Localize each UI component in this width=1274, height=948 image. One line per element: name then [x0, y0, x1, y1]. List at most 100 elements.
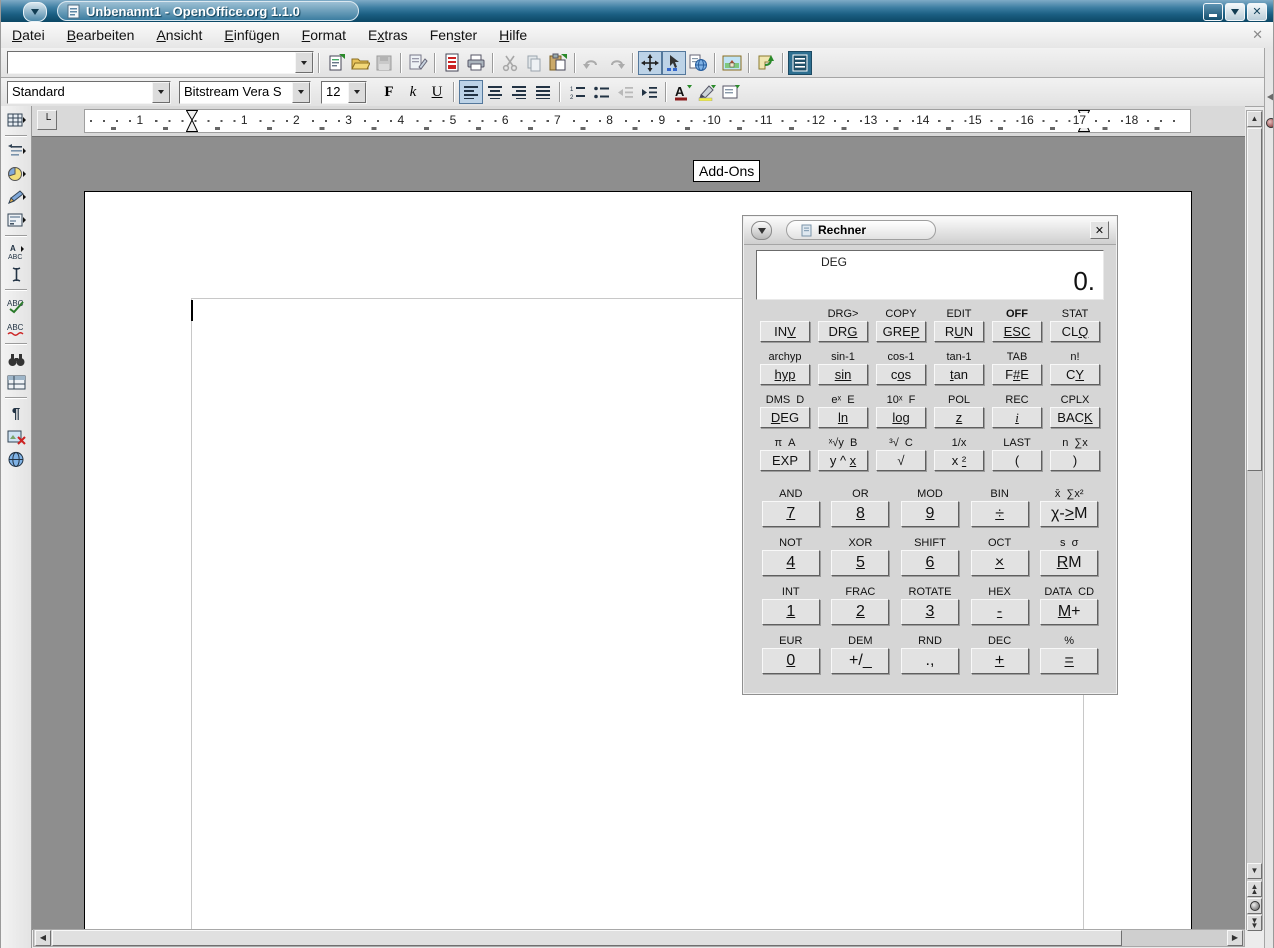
calc-key-store[interactable]: χ->M: [1040, 501, 1098, 527]
horizontal-scrollbar-thumb[interactable]: [52, 930, 1122, 946]
calc-key-pow[interactable]: y ^ x: [818, 450, 868, 471]
undo-button[interactable]: [580, 51, 604, 75]
find-replace-button[interactable]: [4, 348, 29, 371]
calc-key-divide[interactable]: ÷: [971, 501, 1029, 527]
navigator-button[interactable]: [638, 51, 662, 75]
calc-key-grep[interactable]: GREP: [876, 321, 926, 342]
vertical-scrollbar[interactable]: ▲ ▼ ▲▲ ▼▼: [1246, 110, 1263, 930]
align-right-button[interactable]: [507, 80, 531, 104]
scroll-left-button[interactable]: ◀: [35, 930, 51, 946]
menu-bearbeiten[interactable]: Bearbeiten: [56, 25, 146, 45]
export-pdf-button[interactable]: [440, 51, 464, 75]
indent-decrease-button[interactable]: [613, 80, 637, 104]
calculator-titlebar-tab[interactable]: Rechner: [786, 220, 936, 240]
nonprinting-characters-button[interactable]: ¶: [4, 402, 29, 425]
calc-key-0[interactable]: 0: [762, 648, 820, 674]
calc-key-2[interactable]: 2: [831, 599, 889, 625]
calc-key-5[interactable]: 5: [831, 550, 889, 576]
justify-button[interactable]: [531, 80, 555, 104]
calculator-window-menu-button[interactable]: [751, 221, 772, 240]
calculator-titlebar[interactable]: Rechner ✕: [744, 217, 1116, 245]
calc-key-6[interactable]: 6: [901, 550, 959, 576]
insert-button[interactable]: [4, 140, 29, 163]
italic-button[interactable]: k: [401, 80, 425, 104]
hyperlink-button[interactable]: [754, 51, 778, 75]
online-layout-button[interactable]: [4, 448, 29, 471]
bullets-button[interactable]: [589, 80, 613, 104]
horizontal-ruler[interactable]: 1123456789101112131415161718: [84, 109, 1191, 133]
calc-key-log[interactable]: log: [876, 407, 926, 428]
calc-key-multiply[interactable]: ×: [971, 550, 1029, 576]
calc-key-1[interactable]: 1: [762, 599, 820, 625]
tab-type-selector-button[interactable]: └: [37, 110, 57, 130]
calc-key-8[interactable]: 8: [831, 501, 889, 527]
calc-key-hyp[interactable]: hyp: [760, 364, 810, 385]
font-dropdown-arrow[interactable]: [292, 82, 310, 103]
underline-button[interactable]: U: [425, 80, 449, 104]
maximize-shade-button[interactable]: [1225, 3, 1245, 21]
menu-extras[interactable]: Extras: [357, 25, 419, 45]
style-value[interactable]: Standard: [8, 82, 152, 103]
calc-key-7[interactable]: 7: [762, 501, 820, 527]
toolbar-handle-icon[interactable]: [1266, 118, 1274, 128]
minimize-button[interactable]: [1203, 3, 1223, 21]
document-close-icon[interactable]: ✕: [1252, 27, 1263, 43]
calculator-close-button[interactable]: ✕: [1090, 221, 1109, 239]
calc-key-back[interactable]: BACK: [1050, 407, 1100, 428]
calc-key-exp[interactable]: EXP: [760, 450, 810, 471]
copy-button[interactable]: [522, 51, 546, 75]
spellcheck-button[interactable]: ABC: [4, 294, 29, 317]
autotext-button[interactable]: A ABC: [4, 240, 29, 263]
numbering-button[interactable]: 12: [565, 80, 589, 104]
insert-object-button[interactable]: [4, 163, 29, 186]
previous-page-button[interactable]: ▲▲: [1247, 881, 1262, 897]
graphics-onoff-button[interactable]: [4, 425, 29, 448]
menu-datei[interactable]: Datei: [1, 25, 56, 45]
form-functions-button[interactable]: [4, 209, 29, 232]
align-center-button[interactable]: [483, 80, 507, 104]
calc-key-paren-close[interactable]: ): [1050, 450, 1100, 471]
insert-table-button[interactable]: [4, 109, 29, 132]
titlebar-tab[interactable]: Unbenannt1 - OpenOffice.org 1.1.0: [57, 1, 359, 21]
url-input[interactable]: [8, 52, 295, 71]
calc-key-mplus[interactable]: M+: [1040, 599, 1098, 625]
print-button[interactable]: [464, 51, 488, 75]
direct-cursor-button[interactable]: [4, 263, 29, 286]
redo-button[interactable]: [604, 51, 628, 75]
calc-key-cos[interactable]: cos: [876, 364, 926, 385]
bold-button[interactable]: F: [377, 80, 401, 104]
fontsize-value[interactable]: 12: [322, 82, 348, 103]
calculator-window[interactable]: Rechner ✕ DEG 0. INVDRG>DRGCOPYGREPEDITR…: [742, 215, 1118, 695]
titlebar[interactable]: Unbenannt1 - OpenOffice.org 1.1.0 ✕: [1, 0, 1273, 23]
calc-key-z[interactable]: z: [934, 407, 984, 428]
hyperlink-dialog-button[interactable]: [686, 51, 710, 75]
paragraph-background-button[interactable]: [719, 80, 743, 104]
font-value[interactable]: Bitstream Vera S: [180, 82, 292, 103]
menu-hilfe[interactable]: Hilfe: [488, 25, 538, 45]
calc-key-4[interactable]: 4: [762, 550, 820, 576]
calc-key-rm[interactable]: RM: [1040, 550, 1098, 576]
calc-key-drg[interactable]: DRG: [818, 321, 868, 342]
save-button[interactable]: [372, 51, 396, 75]
edit-file-button[interactable]: [406, 51, 430, 75]
calc-key-sin[interactable]: sin: [818, 364, 868, 385]
scroll-down-button[interactable]: ▼: [1247, 863, 1262, 879]
window-menu-button[interactable]: [23, 2, 47, 22]
stylist-button[interactable]: [662, 51, 686, 75]
calc-key-fe[interactable]: F#E: [992, 364, 1042, 385]
calc-key-decimal[interactable]: .,: [901, 648, 959, 674]
highlighting-button[interactable]: [695, 80, 719, 104]
calc-key-sign[interactable]: +/_: [831, 648, 889, 674]
indent-increase-button[interactable]: [637, 80, 661, 104]
menu-ansicht[interactable]: Ansicht: [145, 25, 213, 45]
calc-key-i[interactable]: i: [992, 407, 1042, 428]
calc-key-minus[interactable]: -: [971, 599, 1029, 625]
calc-key-tan[interactable]: tan: [934, 364, 984, 385]
cut-button[interactable]: [498, 51, 522, 75]
calc-key-inv[interactable]: INV: [760, 321, 810, 342]
close-button[interactable]: ✕: [1247, 3, 1267, 21]
calc-key-equals[interactable]: =: [1040, 648, 1098, 674]
left-indent-marker[interactable]: [186, 110, 198, 132]
calc-key-run[interactable]: RUN: [934, 321, 984, 342]
calc-key-3[interactable]: 3: [901, 599, 959, 625]
